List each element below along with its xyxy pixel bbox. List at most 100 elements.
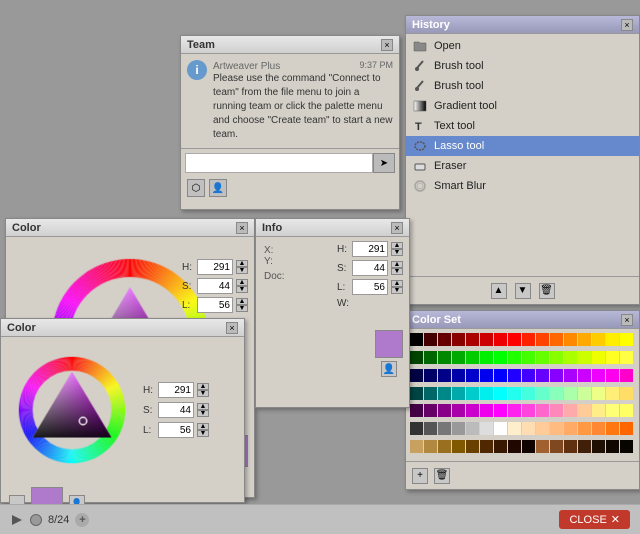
color-swatch-17[interactable] xyxy=(424,351,437,364)
color-swatch-38[interactable] xyxy=(494,369,507,382)
info-color-tool[interactable]: 👤 xyxy=(381,361,397,377)
color-swatch-93[interactable] xyxy=(592,422,605,435)
color-swatch-20[interactable] xyxy=(466,351,479,364)
color-swatch-50[interactable] xyxy=(438,387,451,400)
color-swatch-87[interactable] xyxy=(508,422,521,435)
color-swatch-12[interactable] xyxy=(578,333,591,346)
info-l-input[interactable] xyxy=(352,279,388,295)
info-l-up[interactable]: ▲ xyxy=(391,280,403,287)
color-swatch-11[interactable] xyxy=(564,333,577,346)
color-swatch-78[interactable] xyxy=(606,404,619,417)
color-swatch-80[interactable] xyxy=(410,422,423,435)
color-swatch-63[interactable] xyxy=(620,387,633,400)
color-swatch-46[interactable] xyxy=(606,369,619,382)
color-small-h-down[interactable]: ▼ xyxy=(197,390,209,397)
info-h-up[interactable]: ▲ xyxy=(391,242,403,249)
color-swatch-69[interactable] xyxy=(480,404,493,417)
color-swatch-26[interactable] xyxy=(550,351,563,364)
hsl-s-up-large[interactable]: ▲ xyxy=(236,279,248,286)
color-small-h-input[interactable] xyxy=(158,382,194,398)
color-swatch-40[interactable] xyxy=(522,369,535,382)
color-swatch-0[interactable] xyxy=(410,333,423,346)
record-btn[interactable] xyxy=(30,514,42,526)
color-swatch-13[interactable] xyxy=(592,333,605,346)
color-swatch-91[interactable] xyxy=(564,422,577,435)
color-swatch-33[interactable] xyxy=(424,369,437,382)
color-swatch-41[interactable] xyxy=(536,369,549,382)
color-swatch-31[interactable] xyxy=(620,351,633,364)
color-panel-large-header[interactable]: Color × xyxy=(6,219,254,237)
play-btn[interactable] xyxy=(10,513,24,527)
color-swatch-67[interactable] xyxy=(452,404,465,417)
color-swatch-111[interactable] xyxy=(620,440,633,453)
history-item-open[interactable]: Open xyxy=(406,36,639,56)
history-item-text[interactable]: T Text tool xyxy=(406,116,639,136)
color-swatch-100[interactable] xyxy=(466,440,479,453)
color-small-l-down[interactable]: ▼ xyxy=(197,430,209,437)
color-swatch-21[interactable] xyxy=(480,351,493,364)
color-swatch-34[interactable] xyxy=(438,369,451,382)
colorset-add-btn[interactable]: + xyxy=(412,468,428,484)
color-swatch-62[interactable] xyxy=(606,387,619,400)
color-swatch-106[interactable] xyxy=(550,440,563,453)
color-swatch-89[interactable] xyxy=(536,422,549,435)
color-swatch-57[interactable] xyxy=(536,387,549,400)
color-swatch-61[interactable] xyxy=(592,387,605,400)
color-swatch-22[interactable] xyxy=(494,351,507,364)
color-wheel-svg-small[interactable] xyxy=(17,355,127,465)
color-swatch-92[interactable] xyxy=(578,422,591,435)
color-swatch-29[interactable] xyxy=(592,351,605,364)
hsl-h-down-large[interactable]: ▼ xyxy=(236,267,248,274)
color-swatch-10[interactable] xyxy=(550,333,563,346)
history-item-eraser[interactable]: Eraser xyxy=(406,156,639,176)
color-swatch-73[interactable] xyxy=(536,404,549,417)
color-small-s-up[interactable]: ▲ xyxy=(197,403,209,410)
color-swatch-53[interactable] xyxy=(480,387,493,400)
color-swatch-68[interactable] xyxy=(466,404,479,417)
team-panel-close[interactable]: × xyxy=(381,39,393,51)
history-item-gradient[interactable]: Gradient tool xyxy=(406,96,639,116)
color-panel-large-close[interactable]: × xyxy=(236,222,248,234)
colorset-trash-btn[interactable]: 🗑 xyxy=(434,468,450,484)
color-swatch-19[interactable] xyxy=(452,351,465,364)
info-color-swatch[interactable] xyxy=(375,330,403,358)
color-swatch-107[interactable] xyxy=(564,440,577,453)
color-swatch-28[interactable] xyxy=(578,351,591,364)
color-panel-small-close[interactable]: × xyxy=(226,322,238,334)
color-swatch-47[interactable] xyxy=(620,369,633,382)
info-l-down[interactable]: ▼ xyxy=(391,287,403,294)
color-swatch-101[interactable] xyxy=(480,440,493,453)
color-swatch-72[interactable] xyxy=(522,404,535,417)
color-swatch-88[interactable] xyxy=(522,422,535,435)
info-s-input[interactable] xyxy=(352,260,388,276)
hsl-l-input-large[interactable] xyxy=(197,297,233,313)
color-swatch-86[interactable] xyxy=(494,422,507,435)
color-swatch-76[interactable] xyxy=(578,404,591,417)
color-swatch-84[interactable] xyxy=(466,422,479,435)
history-trash-btn[interactable]: 🗑 xyxy=(539,283,555,299)
color-swatch-79[interactable] xyxy=(620,404,633,417)
color-swatch-102[interactable] xyxy=(494,440,507,453)
hsl-l-up-large[interactable]: ▲ xyxy=(236,298,248,305)
color-swatch-59[interactable] xyxy=(564,387,577,400)
color-swatch-44[interactable] xyxy=(578,369,591,382)
color-small-s-input[interactable] xyxy=(158,402,194,418)
color-swatch-109[interactable] xyxy=(592,440,605,453)
history-item-brush2[interactable]: Brush tool xyxy=(406,76,639,96)
colorset-panel-header[interactable]: Color Set × xyxy=(406,311,639,329)
hsl-h-input-large[interactable] xyxy=(197,259,233,275)
team-send-btn[interactable]: ➤ xyxy=(373,153,395,173)
color-swatch-83[interactable] xyxy=(452,422,465,435)
history-panel-close[interactable]: × xyxy=(621,19,633,31)
history-down-btn[interactable]: ▼ xyxy=(515,283,531,299)
hsl-l-down-large[interactable]: ▼ xyxy=(236,305,248,312)
color-swatch-104[interactable] xyxy=(522,440,535,453)
hsl-s-down-large[interactable]: ▼ xyxy=(236,286,248,293)
team-user-btn[interactable]: 👤 xyxy=(209,179,227,197)
color-swatch-105[interactable] xyxy=(536,440,549,453)
history-panel-header[interactable]: History × xyxy=(406,16,639,34)
color-swatch-3[interactable] xyxy=(452,333,465,346)
color-swatch-9[interactable] xyxy=(536,333,549,346)
history-item-brush1[interactable]: Brush tool xyxy=(406,56,639,76)
color-swatch-30[interactable] xyxy=(606,351,619,364)
